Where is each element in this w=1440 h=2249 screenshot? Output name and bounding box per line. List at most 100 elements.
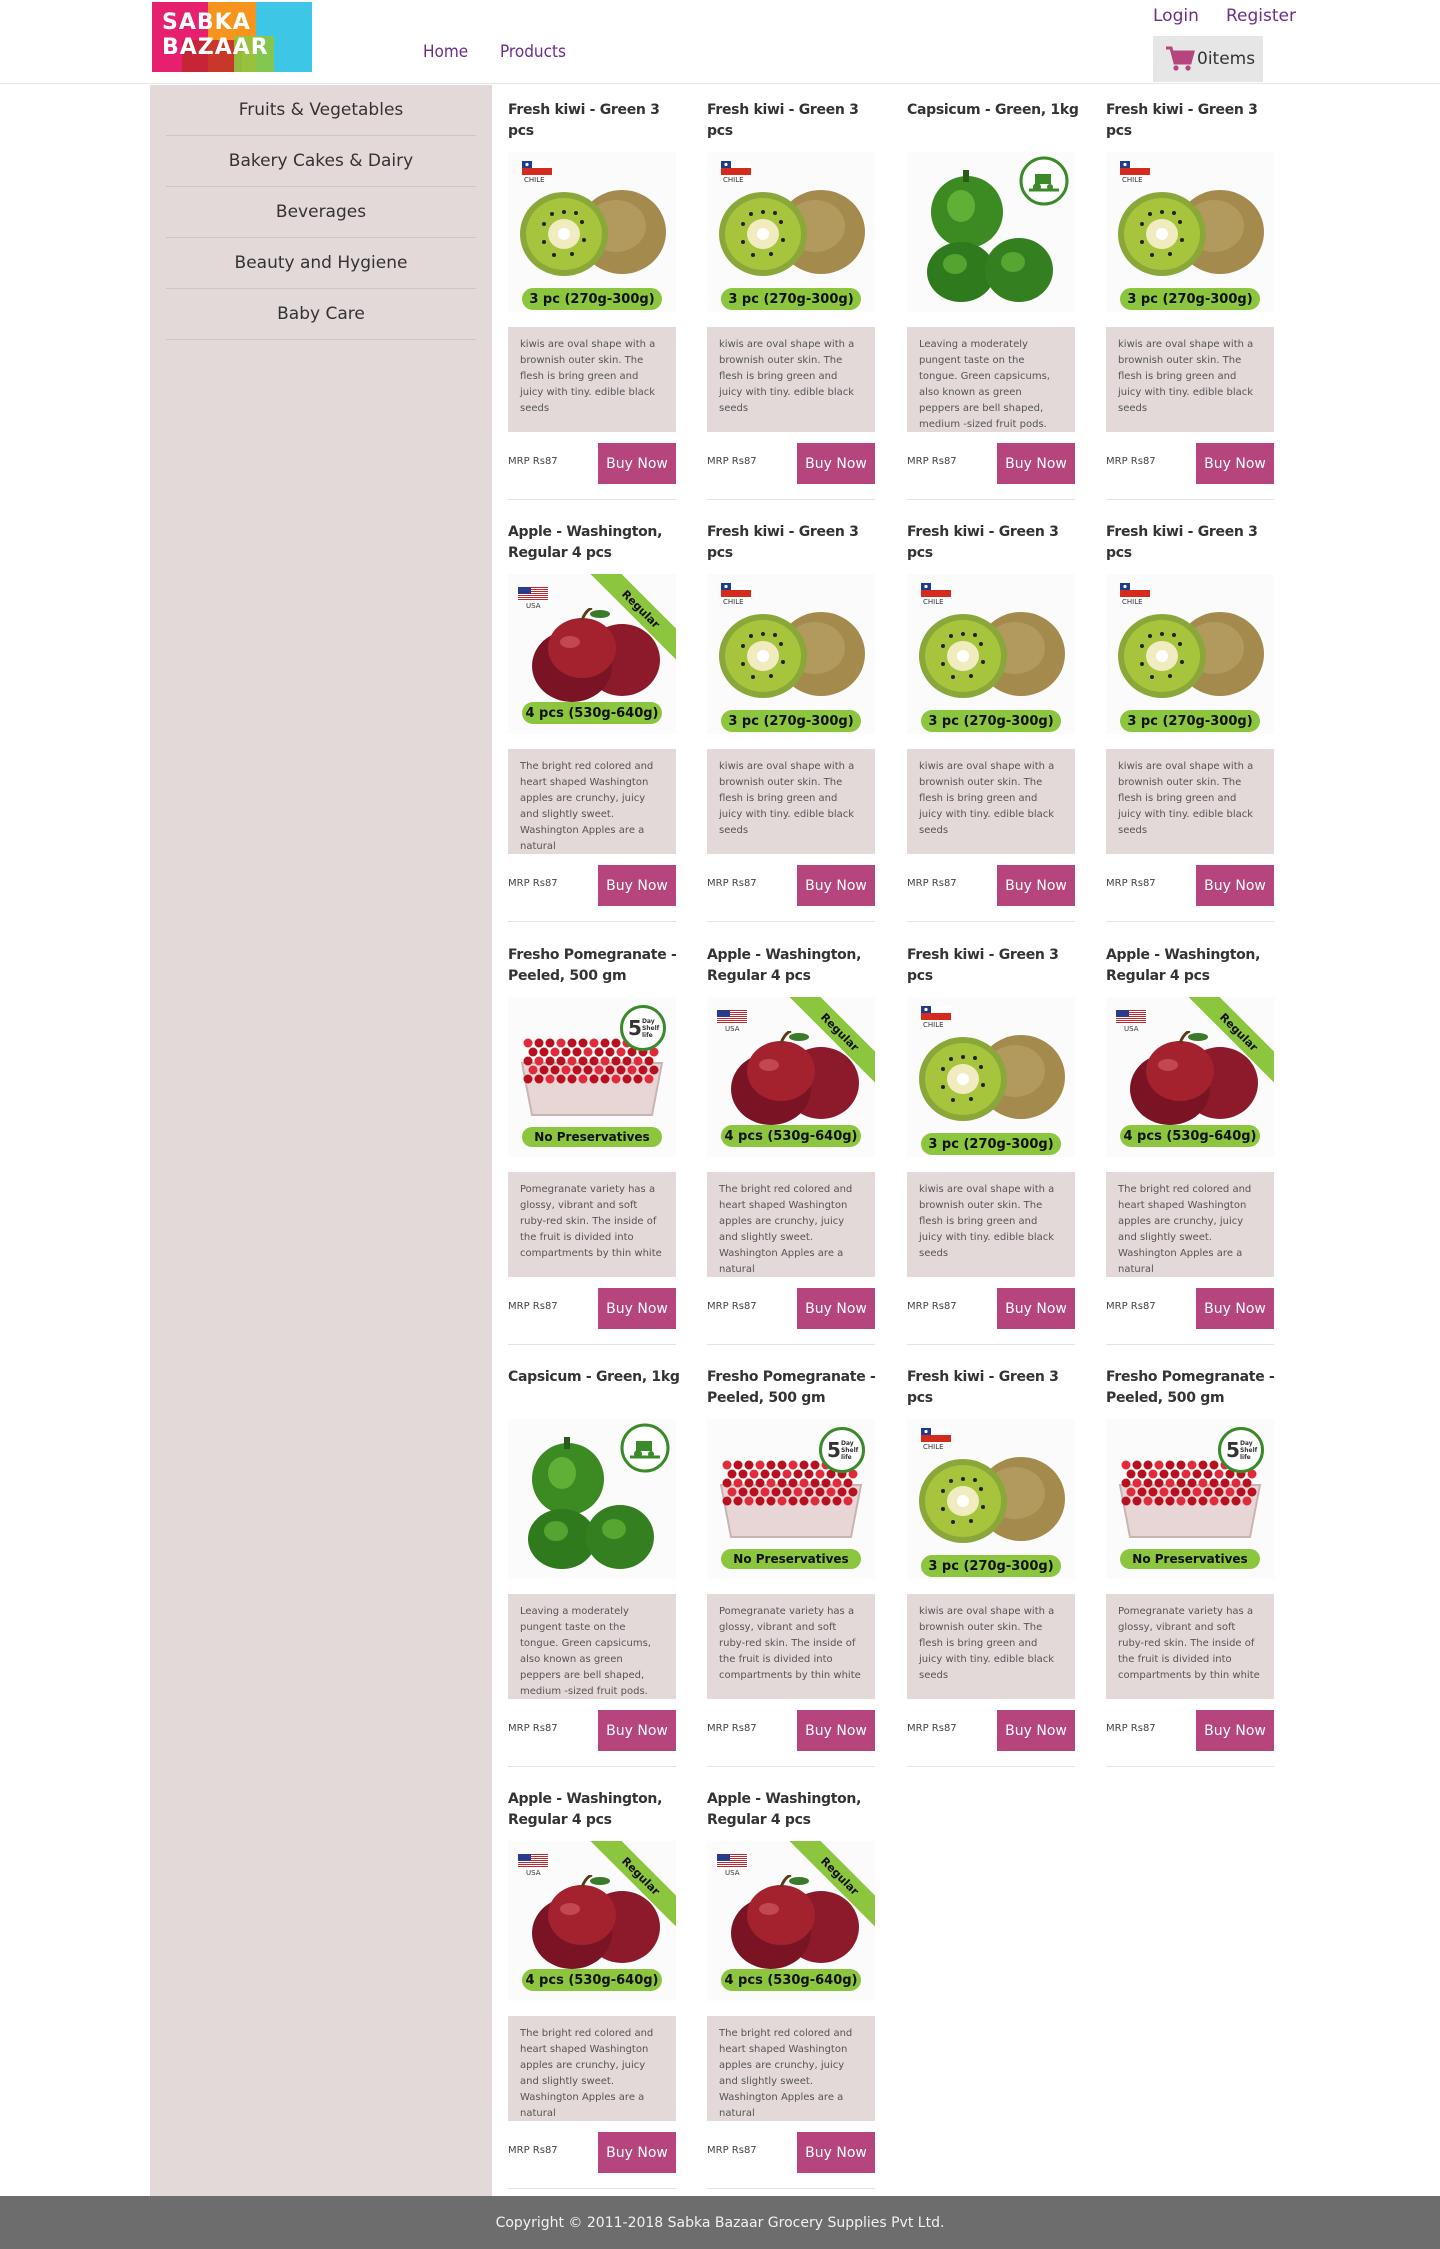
- buy-now-button[interactable]: Buy Now: [997, 865, 1075, 906]
- product-card: Fresh kiwi - Green 3 pcs CHILE 3 pc (270…: [907, 1367, 1075, 1767]
- product-image[interactable]: [508, 1419, 676, 1579]
- product-image[interactable]: USA Regular 4 pcs (530g-640g): [707, 1841, 875, 2001]
- product-description: kiwis are oval shape with a brownish out…: [707, 327, 875, 432]
- buy-now-button[interactable]: Buy Now: [797, 1288, 875, 1329]
- product-title[interactable]: Apple - Washington, Regular 4 pcs: [1106, 945, 1281, 987]
- product-card: Apple - Washington, Regular 4 pcs USA Re…: [508, 522, 676, 922]
- kiwi-image: [719, 190, 865, 276]
- product-card: Fresh kiwi - Green 3 pcs CHILE 3 pc (270…: [707, 522, 875, 922]
- buy-now-button[interactable]: Buy Now: [1196, 1288, 1274, 1329]
- product-description: Leaving a moderately pungent taste on th…: [907, 327, 1075, 432]
- cart-icon: [1166, 46, 1195, 71]
- login-link[interactable]: Login: [1153, 6, 1199, 26]
- product-card: Fresho Pomegranate - Peeled, 500 gm 5 Da…: [1106, 1367, 1275, 1767]
- cart-button[interactable]: 0items: [1153, 36, 1263, 82]
- shelf-life-seal: 5 Day Shelf life: [819, 1427, 865, 1473]
- buy-now-button[interactable]: Buy Now: [1196, 443, 1274, 484]
- product-title[interactable]: Fresh kiwi - Green 3 pcs: [907, 1367, 1082, 1409]
- buy-now-button[interactable]: Buy Now: [598, 865, 676, 906]
- category-bakery-cakes-dairy[interactable]: Bakery Cakes & Dairy: [166, 136, 476, 187]
- register-link[interactable]: Register: [1226, 6, 1296, 26]
- buy-now-button[interactable]: Buy Now: [997, 1288, 1075, 1329]
- product-image[interactable]: CHILE 3 pc (270g-300g): [907, 574, 1075, 734]
- shelf-life-number: 5: [1226, 1438, 1240, 1462]
- product-title[interactable]: Apple - Washington, Regular 4 pcs: [707, 1789, 882, 1831]
- product-card: Fresho Pomegranate - Peeled, 500 gm 5 Da…: [707, 1367, 876, 1767]
- product-title[interactable]: Apple - Washington, Regular 4 pcs: [508, 1789, 683, 1831]
- kiwi-image: [520, 190, 666, 276]
- buy-now-button[interactable]: Buy Now: [797, 865, 875, 906]
- product-image[interactable]: 5 Day Shelf life No Preservatives: [707, 1419, 875, 1579]
- category-fruits-vegetables[interactable]: Fruits & Vegetables: [166, 85, 476, 136]
- product-title[interactable]: Fresh kiwi - Green 3 pcs: [508, 100, 683, 142]
- product-title[interactable]: Capsicum - Green, 1kg: [907, 100, 1082, 121]
- apple-image: [532, 608, 660, 702]
- product-image[interactable]: CHILE 3 pc (270g-300g): [1106, 574, 1274, 734]
- kiwi-image: [919, 1457, 1065, 1543]
- buy-now-button[interactable]: Buy Now: [797, 2132, 875, 2173]
- buy-now-button[interactable]: Buy Now: [1196, 865, 1274, 906]
- shelf-life-text: Day Shelf life: [840, 1439, 859, 1461]
- category-beauty-hygiene[interactable]: Beauty and Hygiene: [166, 238, 476, 289]
- product-image[interactable]: CHILE 3 pc (270g-300g): [907, 997, 1075, 1157]
- product-price: MRP Rs87: [707, 456, 757, 467]
- product-title[interactable]: Fresh kiwi - Green 3 pcs: [707, 100, 882, 142]
- nav-home-link[interactable]: Home: [423, 42, 468, 62]
- product-image[interactable]: USA Regular 4 pcs (530g-640g): [1106, 997, 1274, 1157]
- product-title[interactable]: Apple - Washington, Regular 4 pcs: [707, 945, 882, 987]
- apple-image: [731, 1031, 859, 1125]
- product-title[interactable]: Fresho Pomegranate - Peeled, 500 gm: [707, 1367, 882, 1409]
- product-image[interactable]: 5 Day Shelf life No Preservatives: [508, 997, 676, 1157]
- product-image[interactable]: CHILE 3 pc (270g-300g): [907, 1419, 1075, 1579]
- buy-now-button[interactable]: Buy Now: [997, 443, 1075, 484]
- product-image[interactable]: CHILE 3 pc (270g-300g): [707, 574, 875, 734]
- product-image[interactable]: USA Regular 4 pcs (530g-640g): [508, 1841, 676, 2001]
- product-price: MRP Rs87: [1106, 1723, 1156, 1734]
- product-image[interactable]: CHILE 3 pc (270g-300g): [707, 152, 875, 312]
- product-description: The bright red colored and heart shaped …: [1106, 1172, 1274, 1277]
- product-price: MRP Rs87: [508, 1723, 558, 1734]
- product-price: MRP Rs87: [1106, 1301, 1156, 1312]
- pack-size-badge: 3 pc (270g-300g): [921, 1133, 1061, 1155]
- buy-now-button[interactable]: Buy Now: [797, 443, 875, 484]
- category-beverages[interactable]: Beverages: [166, 187, 476, 238]
- product-card: Fresh kiwi - Green 3 pcs CHILE 3 pc (270…: [1106, 522, 1274, 922]
- product-title[interactable]: Fresh kiwi - Green 3 pcs: [907, 945, 1082, 987]
- nav-products-link[interactable]: Products: [500, 42, 566, 62]
- shelf-life-seal: 5 Day Shelf life: [1218, 1427, 1264, 1473]
- product-image[interactable]: CHILE 3 pc (270g-300g): [1106, 152, 1274, 312]
- product-description: Leaving a moderately pungent taste on th…: [508, 1594, 676, 1699]
- buy-now-button[interactable]: Buy Now: [1196, 1710, 1274, 1751]
- product-title[interactable]: Fresho Pomegranate - Peeled, 500 gm: [1106, 1367, 1281, 1409]
- product-image[interactable]: USA Regular 4 pcs (530g-640g): [707, 997, 875, 1157]
- product-image[interactable]: [907, 152, 1075, 312]
- product-image[interactable]: CHILE 3 pc (270g-300g): [508, 152, 676, 312]
- category-baby-care[interactable]: Baby Care: [166, 289, 476, 340]
- buy-now-button[interactable]: Buy Now: [997, 1710, 1075, 1751]
- buy-now-button[interactable]: Buy Now: [797, 1710, 875, 1751]
- cart-count-label: 0items: [1197, 49, 1256, 69]
- product-title[interactable]: Capsicum - Green, 1kg: [508, 1367, 683, 1388]
- product-image[interactable]: 5 Day Shelf life No Preservatives: [1106, 1419, 1274, 1579]
- apple-image: [1130, 1031, 1258, 1125]
- product-title[interactable]: Fresho Pomegranate - Peeled, 500 gm: [508, 945, 683, 987]
- product-title[interactable]: Fresh kiwi - Green 3 pcs: [1106, 100, 1281, 142]
- product-image[interactable]: USA Regular 4 pcs (530g-640g): [508, 574, 676, 734]
- pack-size-badge: 3 pc (270g-300g): [522, 288, 662, 310]
- product-description: kiwis are oval shape with a brownish out…: [1106, 749, 1274, 854]
- product-description: kiwis are oval shape with a brownish out…: [707, 749, 875, 854]
- sabka-bazaar-logo[interactable]: SABKA BAZAAR: [152, 2, 312, 72]
- product-title[interactable]: Fresh kiwi - Green 3 pcs: [1106, 522, 1281, 564]
- buy-now-button[interactable]: Buy Now: [598, 1710, 676, 1751]
- buy-now-button[interactable]: Buy Now: [598, 2132, 676, 2173]
- product-description: The bright red colored and heart shaped …: [508, 749, 676, 854]
- product-title[interactable]: Fresh kiwi - Green 3 pcs: [907, 522, 1082, 564]
- product-title[interactable]: Fresh kiwi - Green 3 pcs: [707, 522, 882, 564]
- buy-now-button[interactable]: Buy Now: [598, 443, 676, 484]
- buy-now-button[interactable]: Buy Now: [598, 1288, 676, 1329]
- product-card: Apple - Washington, Regular 4 pcs USA Re…: [707, 1789, 875, 2189]
- no-preservatives-badge: No Preservatives: [721, 1549, 861, 1569]
- kiwi-image: [1118, 190, 1264, 276]
- apple-image: [731, 1875, 859, 1969]
- product-title[interactable]: Apple - Washington, Regular 4 pcs: [508, 522, 683, 564]
